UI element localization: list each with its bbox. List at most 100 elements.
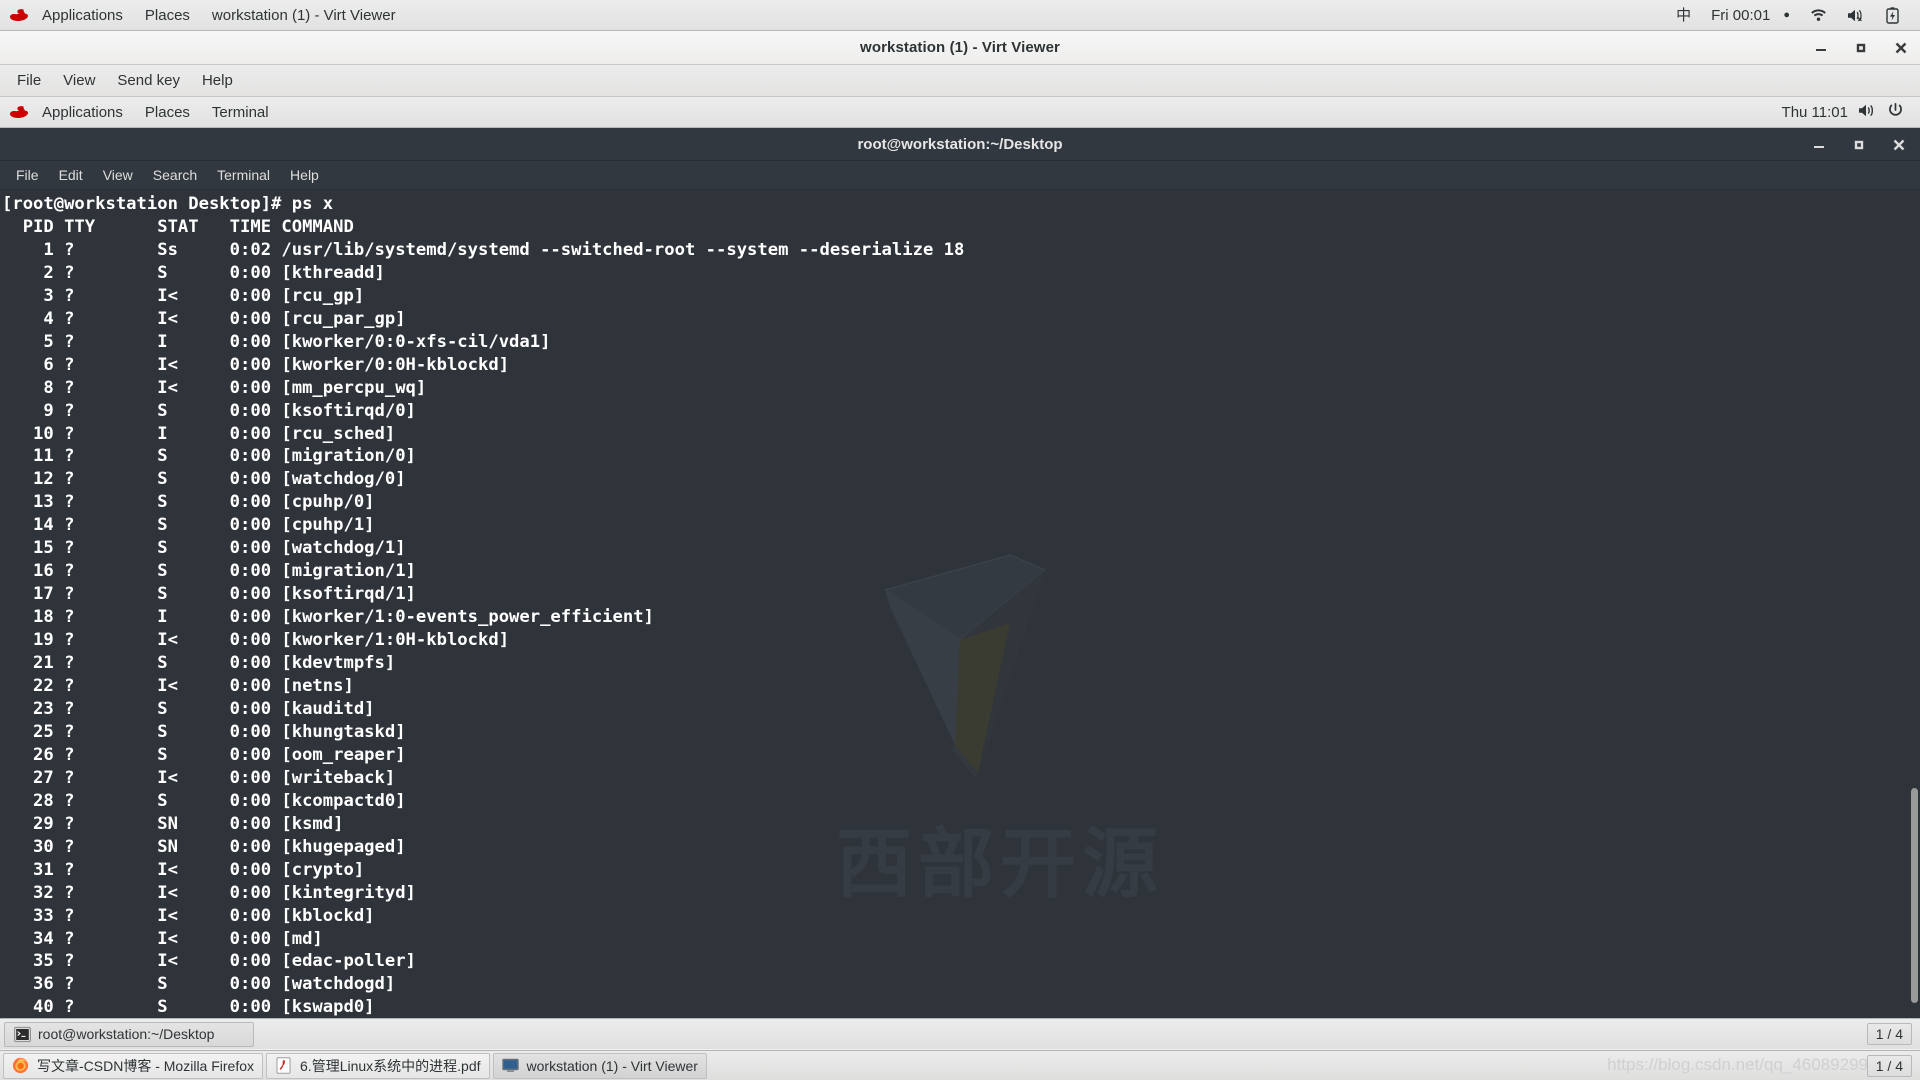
terminal-row: 17 ? S 0:00 [ksoftirqd/1]: [2, 584, 416, 605]
host-clock[interactable]: Fri 00:01: [1704, 0, 1777, 31]
host-task-label: workstation (1) - Virt Viewer: [526, 1057, 698, 1074]
terminal-row: 1 ? Ss 0:02 /usr/lib/systemd/systemd --s…: [2, 239, 965, 260]
battery-charging-icon[interactable]: [1879, 0, 1906, 31]
terminal-row: 5 ? I 0:00 [kworker/0:0-xfs-cil/vda1]: [2, 331, 551, 352]
host-task-label: 写文章-CSDN博客 - Mozilla Firefox: [37, 1057, 255, 1074]
terminal-row: 40 ? S 0:00 [kswapd0]: [2, 997, 375, 1018]
maximize-icon[interactable]: [1850, 136, 1868, 154]
term-menu-terminal[interactable]: Terminal: [207, 161, 280, 190]
wifi-icon[interactable]: [1803, 0, 1834, 31]
terminal-title: root@workstation:~/Desktop: [857, 135, 1063, 153]
host-panel-tray: 中 Fri 00:01 ●: [1669, 0, 1920, 31]
terminal-row: 21 ? S 0:00 [kdevtmpfs]: [2, 653, 396, 674]
terminal-scrollbar[interactable]: [1909, 190, 1920, 1049]
guest-menu-terminal[interactable]: Terminal: [201, 97, 280, 128]
host-menu-places[interactable]: Places: [134, 0, 201, 31]
host-top-panel: Applications Places workstation (1) - Vi…: [0, 0, 1920, 31]
vv-menu-file[interactable]: File: [6, 65, 52, 97]
terminal-output: [root@workstation Desktop]# ps x PID TTY…: [0, 190, 964, 1019]
term-menu-edit[interactable]: Edit: [49, 161, 93, 190]
terminal-row: 22 ? I< 0:00 [netns]: [2, 676, 354, 697]
power-icon[interactable]: [1887, 102, 1904, 123]
terminal-scrollbar-thumb[interactable]: [1911, 788, 1918, 1003]
term-menu-search[interactable]: Search: [143, 161, 207, 190]
terminal-row: 28 ? S 0:00 [kcompactd0]: [2, 790, 406, 811]
terminal-row: 27 ? I< 0:00 [writeback]: [2, 767, 396, 788]
virt-viewer-window-buttons: [1812, 31, 1910, 65]
virt-viewer-icon: [501, 1057, 519, 1074]
terminal-header-line: PID TTY STAT TIME COMMAND: [2, 216, 354, 237]
terminal-window: root@workstation:~/Desktop File Edit Vie…: [0, 128, 1920, 1049]
host-taskbar: 写文章-CSDN博客 - Mozilla Firefox 6.管理Linux系统…: [0, 1050, 1920, 1080]
terminal-row: 26 ? S 0:00 [oom_reaper]: [2, 744, 406, 765]
virt-viewer-title: workstation (1) - Virt Viewer: [860, 39, 1060, 56]
close-icon[interactable]: [1890, 136, 1908, 154]
terminal-row: 18 ? I 0:00 [kworker/1:0-events_power_ef…: [2, 607, 654, 628]
terminal-prompt-line: [root@workstation Desktop]# ps x: [2, 194, 334, 214]
terminal-row: 11 ? S 0:00 [migration/0]: [2, 446, 416, 467]
virt-viewer-window: workstation (1) - Virt Viewer File View …: [0, 31, 1920, 1050]
redhat-logo-icon: [9, 104, 29, 120]
terminal-icon: [14, 1026, 31, 1043]
terminal-row: 19 ? I< 0:00 [kworker/1:0H-kblockd]: [2, 630, 510, 651]
terminal-row: 16 ? S 0:00 [migration/1]: [2, 561, 416, 582]
minimize-icon[interactable]: [1810, 136, 1828, 154]
host-panel-window-title[interactable]: workstation (1) - Virt Viewer: [201, 0, 407, 31]
terminal-titlebar: root@workstation:~/Desktop: [0, 128, 1920, 161]
guest-top-panel: Applications Places Terminal Thu 11:01: [0, 97, 1920, 128]
firefox-icon: [12, 1057, 29, 1074]
host-task-pdf[interactable]: 6.管理Linux系统中的进程.pdf: [266, 1052, 490, 1079]
virt-viewer-menubar: File View Send key Help: [0, 65, 1920, 97]
terminal-row: 12 ? S 0:00 [watchdog/0]: [2, 469, 406, 490]
host-task-firefox[interactable]: 写文章-CSDN博客 - Mozilla Firefox: [3, 1052, 264, 1079]
guest-panel-tray: Thu 11:01: [1782, 102, 1920, 123]
vv-menu-help[interactable]: Help: [191, 65, 244, 97]
host-workspace-switcher[interactable]: 1 / 4: [1866, 1054, 1912, 1077]
term-menu-help[interactable]: Help: [280, 161, 329, 190]
guest-clock[interactable]: Thu 11:01: [1782, 104, 1848, 121]
terminal-row: 23 ? S 0:00 [kauditd]: [2, 698, 375, 719]
recording-dot-icon: ●: [1783, 8, 1790, 21]
host-menu-applications[interactable]: Applications: [31, 0, 134, 31]
guest-taskbar: root@workstation:~/Desktop 1 / 4: [0, 1018, 1920, 1049]
terminal-row: 33 ? I< 0:00 [kblockd]: [2, 905, 375, 926]
host-task-label: 6.管理Linux系统中的进程.pdf: [300, 1057, 481, 1074]
guest-workspace-switcher[interactable]: 1 / 4: [1866, 1023, 1912, 1045]
terminal-row: 32 ? I< 0:00 [kintegrityd]: [2, 882, 416, 903]
terminal-row: 36 ? S 0:00 [watchdogd]: [2, 974, 396, 995]
term-menu-view[interactable]: View: [93, 161, 143, 190]
terminal-menubar: File Edit View Search Terminal Help: [0, 161, 1920, 190]
vv-menu-send-key[interactable]: Send key: [106, 65, 191, 97]
redhat-logo-icon: [9, 7, 29, 23]
vv-menu-view[interactable]: View: [52, 65, 106, 97]
terminal-row: 3 ? I< 0:00 [rcu_gp]: [2, 285, 365, 306]
guest-menu-applications[interactable]: Applications: [31, 97, 134, 128]
virt-viewer-titlebar: workstation (1) - Virt Viewer: [0, 31, 1920, 65]
guest-menu-places[interactable]: Places: [134, 97, 201, 128]
close-icon[interactable]: [1892, 39, 1910, 57]
terminal-row: 9 ? S 0:00 [ksoftirqd/0]: [2, 400, 416, 421]
terminal-row: 31 ? I< 0:00 [crypto]: [2, 859, 365, 880]
terminal-row: 34 ? I< 0:00 [md]: [2, 928, 323, 949]
terminal-row: 30 ? SN 0:00 [khugepaged]: [2, 836, 406, 857]
maximize-icon[interactable]: [1852, 39, 1870, 57]
terminal-row: 2 ? S 0:00 [kthreadd]: [2, 262, 385, 283]
term-menu-file[interactable]: File: [6, 161, 49, 190]
terminal-body[interactable]: 西部开源 [root@workstation Desktop]# ps x PI…: [0, 190, 1920, 1049]
input-method-indicator[interactable]: 中: [1669, 0, 1698, 31]
volume-icon[interactable]: [1858, 103, 1877, 122]
terminal-row: 15 ? S 0:00 [watchdog/1]: [2, 538, 406, 559]
volume-muted-icon[interactable]: [1840, 0, 1873, 31]
terminal-row: 29 ? SN 0:00 [ksmd]: [2, 813, 344, 834]
terminal-window-buttons: [1810, 128, 1908, 161]
terminal-row: 13 ? S 0:00 [cpuhp/0]: [2, 492, 375, 513]
terminal-row: 8 ? I< 0:00 [mm_percpu_wq]: [2, 377, 427, 398]
guest-task-terminal[interactable]: root@workstation:~/Desktop: [4, 1021, 254, 1047]
pdf-icon: [275, 1057, 292, 1074]
terminal-row: 10 ? I 0:00 [rcu_sched]: [2, 423, 396, 444]
terminal-row: 6 ? I< 0:00 [kworker/0:0H-kblockd]: [2, 354, 510, 375]
guest-desktop: Applications Places Terminal Thu 11:01 r…: [0, 97, 1920, 1049]
terminal-row: 25 ? S 0:00 [khungtaskd]: [2, 721, 406, 742]
host-task-virt-viewer[interactable]: workstation (1) - Virt Viewer: [492, 1052, 707, 1079]
minimize-icon[interactable]: [1812, 39, 1830, 57]
